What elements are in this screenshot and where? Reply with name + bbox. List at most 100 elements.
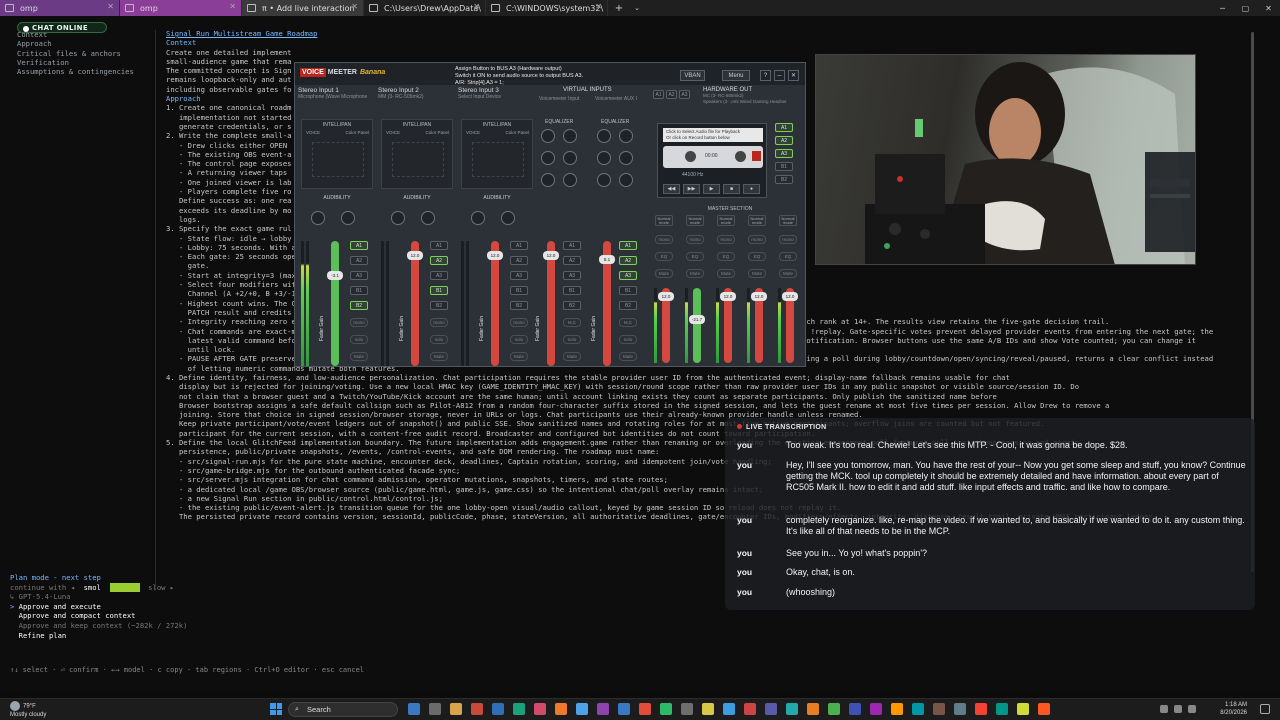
- pinned-app-icon[interactable]: [954, 703, 966, 715]
- virtual-fader[interactable]: 12.0: [543, 241, 559, 366]
- mono-button[interactable]: mono: [779, 235, 797, 244]
- master-fader[interactable]: 12.0: [658, 288, 674, 363]
- mono-button[interactable]: mono: [748, 235, 766, 244]
- pinned-app-icon[interactable]: [828, 703, 840, 715]
- intellipan-panel[interactable]: INTELLIPAN VOICE Color Panel: [301, 119, 373, 189]
- fader-knob[interactable]: -21.7: [689, 315, 705, 324]
- minimize-button[interactable]: ─: [774, 70, 785, 81]
- pinned-app-icon[interactable]: [996, 703, 1008, 715]
- outline-item[interactable]: Critical files & anchors: [17, 49, 165, 58]
- pinned-app-icon[interactable]: [849, 703, 861, 715]
- bus-button-b1[interactable]: B1: [350, 286, 368, 295]
- mono-button[interactable]: mono: [686, 235, 704, 244]
- rewind-button[interactable]: ◀◀: [663, 184, 680, 194]
- outline-item[interactable]: Assumptions & contingencies: [17, 67, 165, 76]
- chevron-down-icon[interactable]: ⌄: [630, 0, 644, 16]
- battery-icon[interactable]: [1188, 705, 1196, 713]
- bus-button-a1[interactable]: A1: [510, 241, 528, 250]
- recorder-bus-a2[interactable]: A2: [775, 136, 793, 145]
- mute-button[interactable]: Mute: [655, 269, 673, 278]
- mono-button[interactable]: mono: [350, 318, 368, 327]
- fader-knob[interactable]: 12.0: [407, 251, 423, 260]
- pinned-app-icon[interactable]: [471, 703, 483, 715]
- close-icon[interactable]: ✕: [595, 2, 602, 11]
- bus-button-a3[interactable]: A3: [430, 271, 448, 280]
- pinned-app-icon[interactable]: [786, 703, 798, 715]
- mute-button[interactable]: Mute: [510, 352, 528, 361]
- option-refine-plan[interactable]: Refine plan: [10, 631, 1260, 641]
- recorder-bus-b2[interactable]: B2: [775, 175, 793, 184]
- solo-button[interactable]: solo: [619, 335, 637, 344]
- tab-omp-1[interactable]: omp ✕: [0, 0, 120, 16]
- pinned-app-icon[interactable]: [513, 703, 525, 715]
- close-button[interactable]: ✕: [1257, 0, 1280, 16]
- bus-button-a3[interactable]: A3: [619, 271, 637, 280]
- pinned-app-icon[interactable]: [408, 703, 420, 715]
- hardware-out-header[interactable]: HARDWARE OUT MC (3- RC-505mk2) Speakers …: [703, 87, 787, 105]
- eq-button[interactable]: EQ: [748, 252, 766, 261]
- pinned-app-icon[interactable]: [870, 703, 882, 715]
- minimize-button[interactable]: ─: [1211, 0, 1234, 16]
- master-fader[interactable]: 12.0: [720, 288, 736, 363]
- bus-button-b1[interactable]: B1: [510, 286, 528, 295]
- playback-hint[interactable]: Click to Select Audio file for Playback O…: [663, 128, 763, 142]
- fader-knob[interactable]: 12.0: [658, 292, 674, 301]
- pinned-app-icon[interactable]: [639, 703, 651, 715]
- pinned-app-icon[interactable]: [681, 703, 693, 715]
- pinned-app-icon[interactable]: [723, 703, 735, 715]
- fader-knob[interactable]: 12.0: [720, 292, 736, 301]
- pinned-app-icon[interactable]: [450, 703, 462, 715]
- fader-knob[interactable]: 12.0: [543, 251, 559, 260]
- mute-button[interactable]: Mute: [686, 269, 704, 278]
- fader-knob[interactable]: 8.1: [599, 255, 615, 264]
- gate-knob[interactable]: [341, 211, 355, 225]
- input-strip-header[interactable]: Stereo Input 3 Select Input Device: [458, 87, 536, 101]
- pinned-app-icon[interactable]: [576, 703, 588, 715]
- eq-knob[interactable]: [597, 173, 611, 187]
- close-icon[interactable]: ✕: [473, 2, 480, 11]
- bus-button-a2[interactable]: A2: [350, 256, 368, 265]
- recorder-bus-b1[interactable]: B1: [775, 162, 793, 171]
- vban-button[interactable]: VBAN: [680, 70, 705, 81]
- mono-button[interactable]: mono: [430, 318, 448, 327]
- close-icon[interactable]: ✕: [229, 2, 236, 11]
- solo-button[interactable]: solo: [510, 335, 528, 344]
- play-button[interactable]: ▶: [703, 184, 720, 194]
- record-button[interactable]: ●: [743, 184, 760, 194]
- input-fader[interactable]: 12.0: [407, 241, 423, 366]
- eq-button[interactable]: EQ: [717, 252, 735, 261]
- bus-button-a2[interactable]: A2: [430, 256, 448, 265]
- pinned-app-icon[interactable]: [618, 703, 630, 715]
- voicemeeter-window[interactable]: VOICE MEETER Banana Assign Button to BUS A…: [294, 62, 806, 367]
- cassette-recorder[interactable]: Click to Select Audio file for Playback O…: [657, 123, 767, 198]
- bus-button-a3[interactable]: A3: [350, 271, 368, 280]
- tab-system32[interactable]: C:\WINDOWS\system32\ ✕: [486, 0, 608, 16]
- weather-widget[interactable]: 79°F Mostly cloudy: [10, 701, 46, 719]
- eq-knob[interactable]: [619, 173, 633, 187]
- option-approve-compact[interactable]: Approve and compact context: [10, 611, 1260, 621]
- notification-icon[interactable]: [1260, 704, 1270, 714]
- input-fader[interactable]: 12.0: [487, 241, 503, 366]
- bus-button-b1[interactable]: B1: [430, 286, 448, 295]
- input-fader[interactable]: -3.1: [327, 241, 343, 366]
- help-button[interactable]: ?: [760, 70, 771, 81]
- virtual-strip-header[interactable]: Voicemeeter AUX I: [595, 96, 650, 103]
- input-strip-header[interactable]: Stereo Input 1 Microphone (Wave Micropho…: [298, 87, 376, 101]
- eq-button[interactable]: EQ: [655, 252, 673, 261]
- outline-item[interactable]: Approach: [17, 39, 165, 48]
- pinned-app-icon[interactable]: [1017, 703, 1029, 715]
- bus-button-a1[interactable]: A1: [350, 241, 368, 250]
- pinned-app-icon[interactable]: [912, 703, 924, 715]
- pinned-app-icon[interactable]: [891, 703, 903, 715]
- stop-button[interactable]: ■: [723, 184, 740, 194]
- recorder-bus-a3[interactable]: A3: [775, 149, 793, 158]
- close-button[interactable]: ✕: [788, 70, 799, 81]
- tab-appdata[interactable]: C:\Users\Drew\AppData\ ✕: [364, 0, 486, 16]
- pinned-app-icon[interactable]: [702, 703, 714, 715]
- fader-knob[interactable]: -3.1: [327, 271, 343, 280]
- eq-knob[interactable]: [563, 151, 577, 165]
- option-approve-keep[interactable]: Approve and keep context (~282k / 272k): [10, 621, 1260, 631]
- mode-button[interactable]: Normal mode: [748, 215, 766, 226]
- fader-knob[interactable]: 12.0: [782, 292, 798, 301]
- gate-knob[interactable]: [421, 211, 435, 225]
